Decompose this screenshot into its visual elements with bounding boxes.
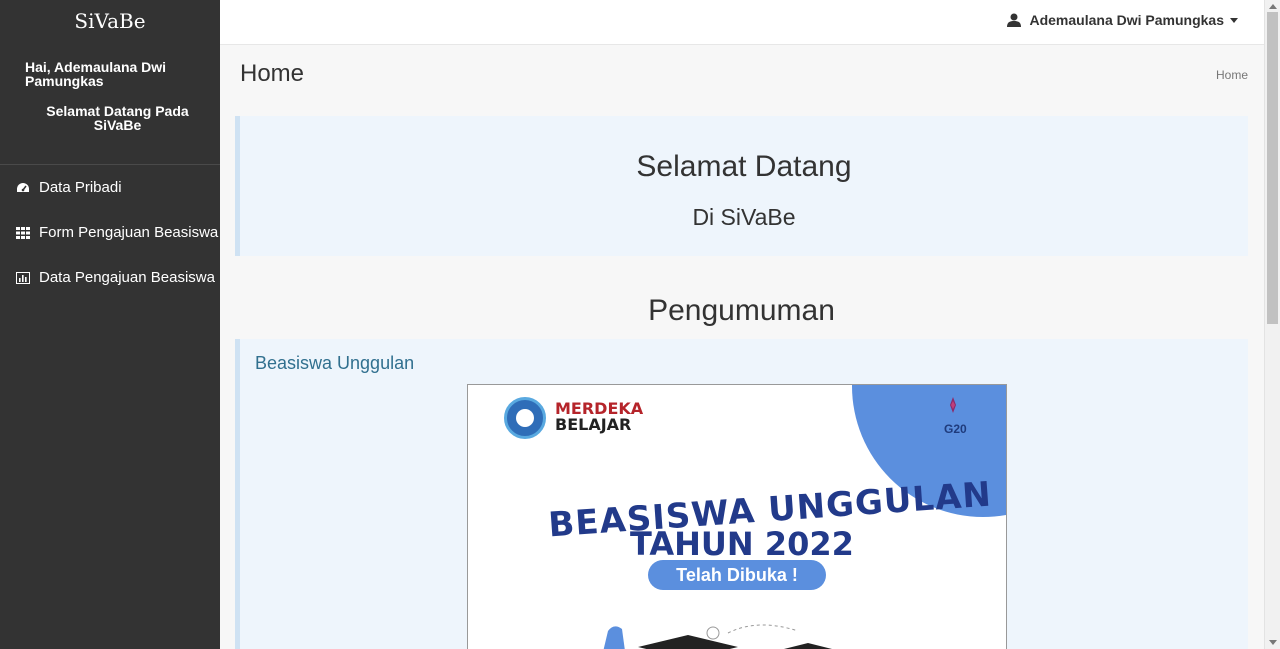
sidebar-nav: Data Pribadi Form Pengajuan Beasiswa Dat… [0,165,220,300]
sidebar-item-data-pribadi[interactable]: Data Pribadi [0,165,220,210]
bar-chart-icon [15,271,31,285]
welcome-subtitle: Di SiVaBe [692,204,796,230]
dashboard-icon [15,181,31,195]
announcements-heading: Pengumuman [648,294,835,327]
brand-logo[interactable]: SiVaBe [0,0,220,42]
scrollbar-thumb[interactable] [1267,12,1278,324]
vertical-scrollbar[interactable] [1264,0,1280,649]
sidebar-item-label: Form Pengajuan Beasiswa [39,224,219,241]
tut-wuri-logo-icon [504,397,546,439]
user-icon [1007,13,1022,27]
grid-icon [15,226,31,240]
sidebar: SiVaBe Hai, Ademaulana Dwi Pamungkas Sel… [0,0,220,649]
welcome-text: Selamat Datang Pada SiVaBe [46,103,189,133]
sidebar-item-label: Data Pengajuan Beasiswa [39,269,215,286]
graduation-cap-icon [603,624,832,649]
top-navbar: Ademaulana Dwi Pamungkas [220,0,1264,45]
scroll-up-arrow-icon[interactable] [1269,4,1277,9]
poster-logo-bottom: BELAJAR [555,415,632,434]
poster-badge: Telah Dibuka ! [648,560,826,590]
user-name: Ademaulana Dwi Pamungkas [1029,12,1224,28]
announcement-title-link[interactable]: Beasiswa Unggulan [255,353,414,374]
announcement-poster-image[interactable]: MERDEKA BELAJAR G20 BEASISWA UNGGULAN TA… [467,384,1007,649]
sidebar-item-data-pengajuan[interactable]: Data Pengajuan Beasiswa [0,255,220,300]
chevron-down-icon [1230,17,1238,23]
welcome-title: Selamat Datang [636,150,852,183]
poster-year: TAHUN 2022 [630,525,854,563]
page-title: Home [240,60,305,87]
sidebar-item-form-pengajuan[interactable]: Form Pengajuan Beasiswa [0,210,220,255]
announcement-card: Beasiswa Unggulan MERDEKA BELAJAR G20 BE… [235,339,1248,649]
welcome-callout: Selamat Datang Di SiVaBe [235,116,1248,256]
breadcrumb[interactable]: Home [1216,68,1248,82]
scroll-down-arrow-icon[interactable] [1269,640,1277,645]
sidebar-item-label: Data Pribadi [39,179,122,196]
user-menu-dropdown[interactable]: Ademaulana Dwi Pamungkas [1007,0,1238,40]
user-greeting: Hai, Ademaulana Dwi Pamungkas [25,59,167,89]
poster-g20-text: G20 [944,422,967,436]
